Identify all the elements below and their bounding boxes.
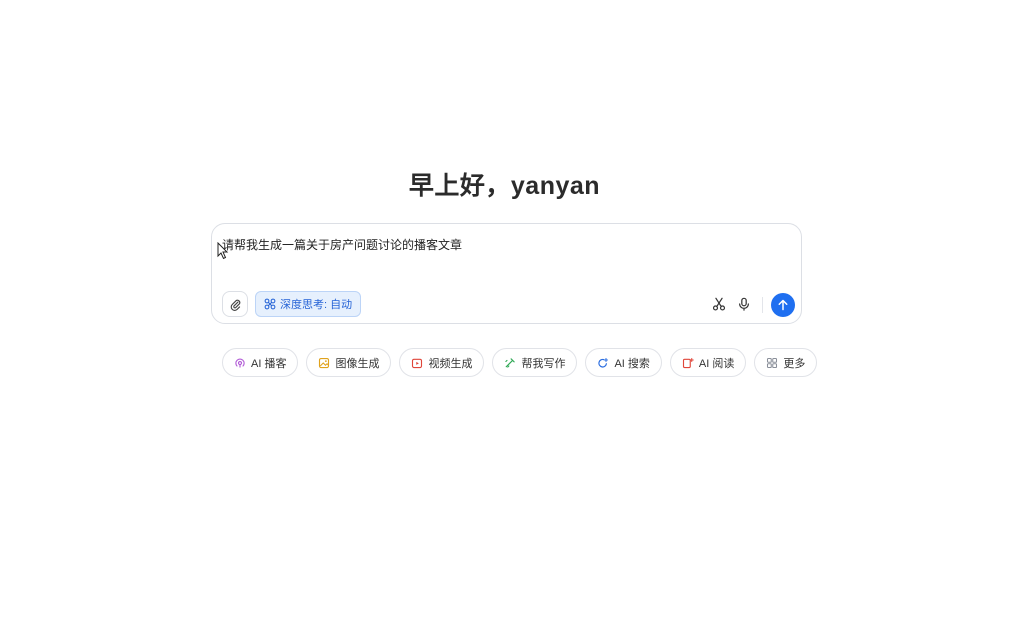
book-icon: [682, 357, 694, 368]
paperclip-icon: [230, 299, 240, 311]
chip-label: 帮我写作: [521, 357, 566, 370]
arrow-up-icon: [778, 299, 788, 311]
chip-label: 图像生成: [335, 357, 380, 370]
chip-label: AI 阅读: [698, 357, 735, 370]
podcast-icon: [235, 357, 245, 367]
quick-action-chips: AI 播客 图像生成 视频生成 帮我写作 AI 搜索 AI 阅读 更多: [222, 348, 818, 377]
deep-think-toggle[interactable]: 深度思考: 自动: [255, 291, 362, 317]
image-icon: [319, 357, 330, 368]
deep-think-label: 深度思考: 自动: [280, 299, 353, 311]
chip-more[interactable]: 更多: [754, 348, 818, 377]
page: 早上好，yanyan 请帮我生成一篇关于房产问题讨论的播客文章 深度思考: 自动: [0, 0, 1009, 634]
composer-box[interactable]: 请帮我生成一篇关于房产问题讨论的播客文章 深度思考: 自动: [211, 223, 802, 324]
chip-label: 视频生成: [428, 357, 473, 370]
pen-icon: [505, 357, 516, 368]
microphone-button[interactable]: [736, 296, 752, 312]
chip-ai-podcast[interactable]: AI 播客: [222, 348, 299, 377]
search-sparkle-icon: [598, 357, 609, 367]
atom-icon: [264, 298, 276, 310]
grid-icon: [767, 357, 778, 368]
chip-label: AI 搜索: [614, 357, 650, 370]
chip-video-generation[interactable]: 视频生成: [399, 348, 485, 377]
chip-help-writing[interactable]: 帮我写作: [492, 348, 578, 377]
send-button[interactable]: [771, 293, 795, 317]
chip-image-generation[interactable]: 图像生成: [306, 348, 392, 377]
mouse-cursor-icon: [217, 242, 229, 260]
microphone-icon: [739, 297, 749, 311]
toolbar-divider: [762, 297, 763, 313]
video-icon: [412, 358, 423, 368]
scissors-button[interactable]: [711, 296, 727, 312]
attach-button[interactable]: [222, 291, 248, 317]
chip-ai-reading[interactable]: AI 阅读: [669, 348, 747, 377]
chip-ai-search[interactable]: AI 搜索: [585, 348, 662, 377]
chip-label: AI 播客: [251, 357, 287, 370]
chip-label: 更多: [783, 357, 806, 370]
prompt-input[interactable]: 请帮我生成一篇关于房产问题讨论的播客文章: [222, 236, 462, 253]
greeting-title: 早上好，yanyan: [408, 172, 601, 200]
scissors-icon: [712, 297, 726, 311]
